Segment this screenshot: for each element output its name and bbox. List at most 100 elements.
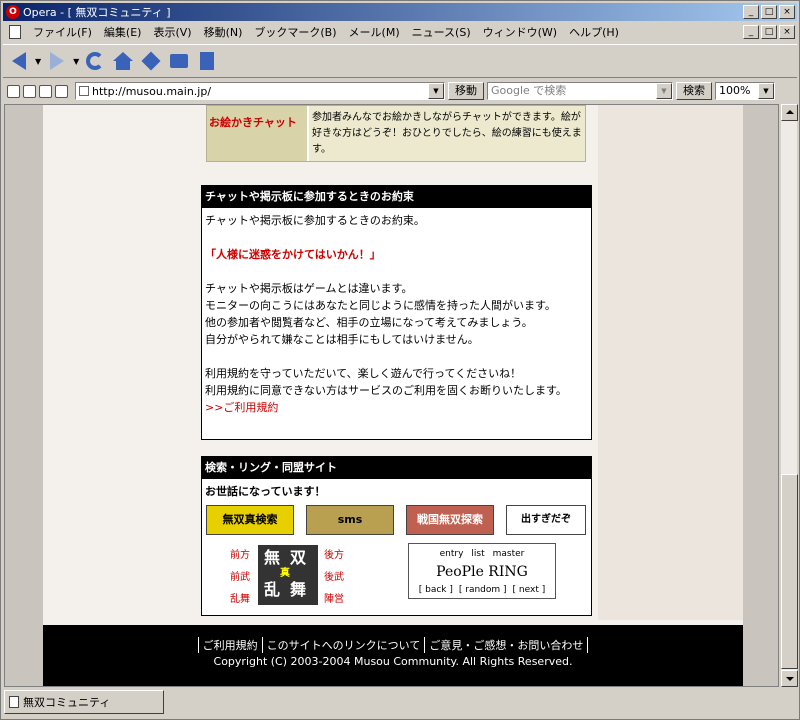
scroll-thumb[interactable]	[781, 474, 798, 669]
hotlist-button[interactable]	[139, 49, 163, 73]
links-thanks: お世話になっています！	[205, 485, 326, 498]
navigation-toolbar: ▼ ▼	[3, 44, 797, 78]
ring-random-link[interactable]: [ random ]	[459, 582, 507, 599]
user-mode-icon[interactable]	[55, 84, 68, 98]
search-dropdown-icon[interactable]: ▼	[656, 83, 672, 99]
menu-view[interactable]: 表示(V)	[147, 24, 197, 40]
menu-help[interactable]: ヘルプ(H)	[563, 24, 625, 40]
document-icon	[9, 25, 21, 39]
promise-line: モニターの向こうにはあなたと同じように感情を持った人間がいます。	[205, 299, 556, 312]
musou-right-link[interactable]: 後武	[324, 569, 344, 586]
hotlist-icon	[141, 51, 161, 71]
close-button[interactable]: ×	[779, 5, 795, 19]
menu-navigate[interactable]: 移動(N)	[198, 24, 249, 40]
menu-bar: ファイル(F) 編集(E) 表示(V) 移動(N) ブックマーク(B) メール(…	[3, 22, 797, 42]
ring-master-link[interactable]: master	[493, 546, 525, 563]
links-heading: 検索・リング・同盟サイト	[202, 457, 591, 479]
print-button[interactable]	[167, 49, 191, 73]
page-tab-label: 無双コミュニティ	[23, 696, 111, 709]
ring-title: PeoPle RING	[436, 564, 528, 580]
lock-icon[interactable]	[7, 84, 20, 98]
home-icon	[113, 52, 134, 70]
oekaki-chat-row: お絵かきチャット 参加者みんなでお絵かきしながらチャットができます。絵が好きな方…	[206, 105, 586, 162]
new-page-icon[interactable]	[39, 84, 52, 98]
title-bar: O Opera - [ 無双コミュニティ ] _ □ ×	[3, 3, 797, 21]
promise-intro: チャットや掲示板に参加するときのお約束。	[205, 214, 425, 227]
page-viewport: お絵かきチャット 参加者みんなでお絵かきしながらチャットができます。絵が好きな方…	[4, 104, 779, 687]
menu-news[interactable]: ニュース(S)	[406, 24, 477, 40]
vertical-scrollbar[interactable]	[780, 104, 798, 687]
doc-minimize-button[interactable]: _	[743, 25, 759, 39]
right-paper-panel	[598, 105, 743, 620]
promise-line: 自分がやられて嫌なことは相手にもしてはいけません。	[205, 333, 479, 346]
go-button[interactable]: 移動	[448, 82, 484, 100]
musou-ranbu-banner[interactable]: 無 双 真 乱 舞	[258, 545, 318, 605]
zoom-value: 100%	[719, 84, 751, 97]
promise-line: 利用規約に同意できない方はサービスのご利用を固くお断りいたします。	[205, 384, 567, 397]
promise-line: 他の参加者や閲覧者など、相手の立場になって考えてみましょう。	[205, 316, 533, 329]
scroll-up-icon	[786, 110, 794, 114]
musou-char: 舞	[290, 580, 307, 599]
zoom-select[interactable]: 100% ▼	[715, 82, 775, 100]
menu-edit[interactable]: 編集(E)	[98, 24, 148, 40]
back-button[interactable]	[7, 49, 31, 73]
site-body: お絵かきチャット 参加者みんなでお絵かきしながらチャットができます。絵が好きな方…	[43, 105, 743, 686]
new-page-button[interactable]	[195, 49, 219, 73]
ring-next-link[interactable]: [ next ]	[513, 582, 546, 599]
reload-icon	[86, 52, 105, 70]
promise-box: チャットや掲示板に参加するときのお約束 チャットや掲示板に参加するときのお約束。…	[201, 185, 592, 440]
musou-right-link[interactable]: 陣営	[324, 591, 344, 608]
ring-back-link[interactable]: [ back ]	[419, 582, 453, 599]
footer-terms-link[interactable]: ご利用規約	[197, 637, 262, 653]
people-ring-banner: entry list master PeoPle RING [ back ] […	[408, 543, 556, 599]
ring-entry-link[interactable]: entry	[440, 546, 464, 563]
tab-page-icon	[9, 696, 19, 708]
footer-linkpolicy-link[interactable]: このサイトへのリンクについて	[261, 637, 425, 653]
back-history-dropdown-icon[interactable]: ▼	[35, 57, 41, 66]
ring-list-link[interactable]: list	[471, 546, 484, 563]
musou-char: 無	[264, 548, 281, 567]
musou-search-banner[interactable]: 無双真検索	[206, 505, 294, 535]
sms-banner[interactable]: sms	[306, 505, 394, 535]
window-title: Opera - [ 無双コミュニティ ]	[23, 6, 171, 19]
menu-mail[interactable]: メール(M)	[343, 24, 406, 40]
opera-logo-icon: O	[6, 5, 20, 19]
maximize-button[interactable]: □	[761, 5, 777, 19]
promise-heading: チャットや掲示板に参加するときのお約束	[202, 186, 591, 208]
musou-left-link[interactable]: 乱舞	[230, 591, 250, 608]
doc-restore-button[interactable]: □	[761, 25, 777, 39]
minimize-button[interactable]: _	[743, 5, 759, 19]
promise-line: 利用規約を守っていただいて、楽しく遊んで行ってくださいね！	[205, 367, 522, 380]
promise-line: チャットや掲示板はゲームとは違います。	[205, 282, 413, 295]
forward-button[interactable]	[45, 49, 69, 73]
dasugi-banner[interactable]: 出すぎだぞ	[506, 505, 586, 535]
search-input[interactable]: Google で検索 ▼	[487, 82, 673, 100]
reload-button[interactable]	[83, 49, 107, 73]
address-text: http://musou.main.jp/	[92, 84, 212, 98]
footer-contact-link[interactable]: ご意見・ご感想・お問い合わせ	[424, 637, 589, 653]
scroll-down-button[interactable]	[781, 670, 798, 687]
forward-arrow-icon	[50, 52, 65, 70]
musou-left-link[interactable]: 前方	[230, 547, 250, 564]
sengoku-search-banner[interactable]: 戦国無双探索	[406, 505, 494, 535]
terms-link[interactable]: >>ご利用規約	[205, 399, 588, 416]
musou-right-link[interactable]: 後方	[324, 547, 344, 564]
menu-file[interactable]: ファイル(F)	[27, 24, 98, 40]
musou-left-link[interactable]: 前武	[230, 569, 250, 586]
oekaki-chat-link[interactable]: お絵かきチャット	[207, 106, 307, 161]
printer-icon	[170, 54, 189, 68]
address-field[interactable]: http://musou.main.jp/ ▼	[75, 82, 445, 100]
address-dropdown-icon[interactable]: ▼	[428, 83, 444, 99]
page-tab[interactable]: 無双コミュニティ	[4, 690, 164, 714]
search-button[interactable]: 検索	[676, 82, 712, 100]
home-button[interactable]	[111, 49, 135, 73]
menu-window[interactable]: ウィンドウ(W)	[477, 24, 563, 40]
browser-window: O Opera - [ 無双コミュニティ ] _ □ × ファイル(F) 編集(…	[0, 0, 800, 720]
forward-history-dropdown-icon[interactable]: ▼	[73, 57, 79, 66]
camera-icon[interactable]	[23, 84, 36, 98]
zoom-dropdown-icon[interactable]: ▼	[758, 83, 774, 99]
scroll-up-button[interactable]	[781, 104, 798, 121]
address-toolbar: http://musou.main.jp/ ▼ 移動 Google で検索 ▼ …	[3, 80, 797, 102]
doc-close-button[interactable]: ×	[779, 25, 795, 39]
menu-bookmarks[interactable]: ブックマーク(B)	[248, 24, 342, 40]
